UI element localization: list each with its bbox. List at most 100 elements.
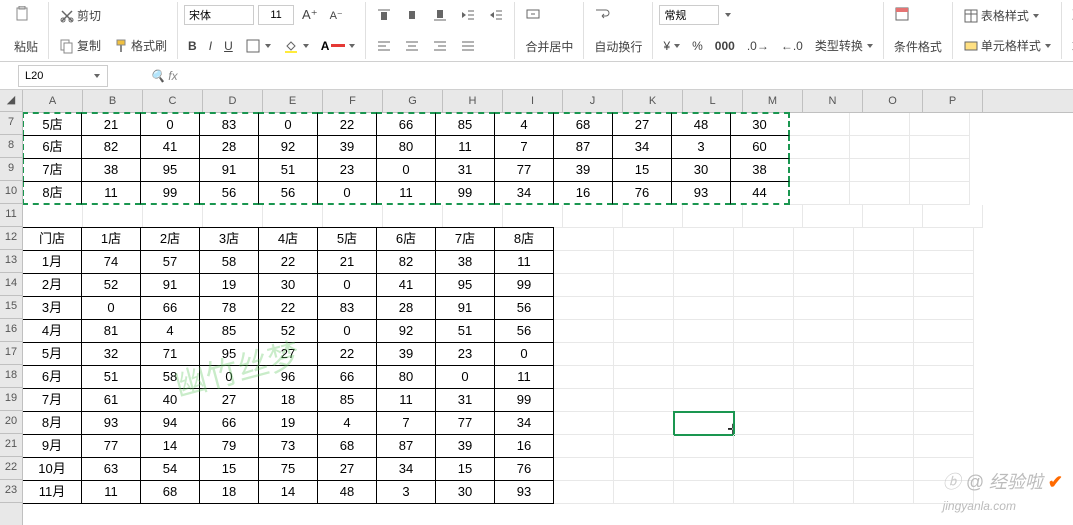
cell-M9[interactable]: 38 xyxy=(730,158,790,182)
namebox-dropdown[interactable] xyxy=(94,74,100,78)
cell-C20[interactable]: 94 xyxy=(140,411,200,435)
cell-P16[interactable] xyxy=(914,320,974,343)
cell-M20[interactable] xyxy=(734,412,794,435)
cell-A23[interactable]: 11月 xyxy=(23,480,82,504)
cell-F17[interactable]: 22 xyxy=(317,342,377,366)
cell-D21[interactable]: 79 xyxy=(199,434,259,458)
cell-M8[interactable]: 60 xyxy=(730,135,790,159)
col-header-M[interactable]: M xyxy=(743,90,803,112)
cell-F8[interactable]: 39 xyxy=(317,135,377,159)
cell-H17[interactable]: 23 xyxy=(435,342,495,366)
col-header-J[interactable]: J xyxy=(563,90,623,112)
cell-H14[interactable]: 95 xyxy=(435,273,495,297)
cell-N19[interactable] xyxy=(794,389,854,412)
col-header-C[interactable]: C xyxy=(143,90,203,112)
cell-I20[interactable]: 34 xyxy=(494,411,554,435)
cell-E8[interactable]: 92 xyxy=(258,135,318,159)
col-header-G[interactable]: G xyxy=(383,90,443,112)
cell-G20[interactable]: 7 xyxy=(376,411,436,435)
cell-L12[interactable] xyxy=(674,228,734,251)
cell-C11[interactable] xyxy=(143,205,203,228)
cell-J7[interactable]: 68 xyxy=(553,112,613,136)
cell-B19[interactable]: 61 xyxy=(81,388,141,412)
cell-K14[interactable] xyxy=(614,274,674,297)
cell-D23[interactable]: 18 xyxy=(199,480,259,504)
cell-D14[interactable]: 19 xyxy=(199,273,259,297)
cell-N13[interactable] xyxy=(794,251,854,274)
cell-C15[interactable]: 66 xyxy=(140,296,200,320)
cell-C10[interactable]: 99 xyxy=(140,181,200,205)
cell-H8[interactable]: 11 xyxy=(435,135,495,159)
cell-J8[interactable]: 87 xyxy=(553,135,613,159)
cell-A9[interactable]: 7店 xyxy=(23,158,82,182)
cell-K21[interactable] xyxy=(614,435,674,458)
cell-G19[interactable]: 11 xyxy=(376,388,436,412)
cell-J13[interactable] xyxy=(554,251,614,274)
cell-D13[interactable]: 58 xyxy=(199,250,259,274)
cell-O21[interactable] xyxy=(854,435,914,458)
cell-G7[interactable]: 66 xyxy=(376,112,436,136)
cell-P10[interactable] xyxy=(910,182,970,205)
wrap-text-label[interactable]: 自动换行 xyxy=(590,36,646,57)
cell-G21[interactable]: 87 xyxy=(376,434,436,458)
table-style-button[interactable]: 表格样式 xyxy=(959,5,1043,26)
cell-D22[interactable]: 15 xyxy=(199,457,259,481)
cell-M16[interactable] xyxy=(734,320,794,343)
cell-M15[interactable] xyxy=(734,297,794,320)
cell-B10[interactable]: 11 xyxy=(81,181,141,205)
cell-style-button[interactable]: 单元格样式 xyxy=(959,35,1055,56)
cell-J16[interactable] xyxy=(554,320,614,343)
cell-A16[interactable]: 4月 xyxy=(23,319,82,343)
cell-I21[interactable]: 16 xyxy=(494,434,554,458)
cell-F20[interactable]: 4 xyxy=(317,411,377,435)
cell-C12[interactable]: 2店 xyxy=(140,227,200,251)
cell-E11[interactable] xyxy=(263,205,323,228)
cell-K23[interactable] xyxy=(614,481,674,504)
cell-O16[interactable] xyxy=(854,320,914,343)
col-header-K[interactable]: K xyxy=(623,90,683,112)
cell-B20[interactable]: 93 xyxy=(81,411,141,435)
increase-font-button[interactable]: A⁺ xyxy=(298,5,322,25)
cell-J9[interactable]: 39 xyxy=(553,158,613,182)
cell-D12[interactable]: 3店 xyxy=(199,227,259,251)
cell-G22[interactable]: 34 xyxy=(376,457,436,481)
cell-G17[interactable]: 39 xyxy=(376,342,436,366)
cell-F14[interactable]: 0 xyxy=(317,273,377,297)
cell-H18[interactable]: 0 xyxy=(435,365,495,389)
cell-O19[interactable] xyxy=(854,389,914,412)
cell-O11[interactable] xyxy=(863,205,923,228)
cell-B21[interactable]: 77 xyxy=(81,434,141,458)
cell-I11[interactable] xyxy=(503,205,563,228)
cell-P17[interactable] xyxy=(914,343,974,366)
font-name-select[interactable] xyxy=(184,5,254,25)
cell-M12[interactable] xyxy=(734,228,794,251)
merge-center-label[interactable]: 合并居中 xyxy=(521,36,577,57)
cell-D9[interactable]: 91 xyxy=(199,158,259,182)
cell-B8[interactable]: 82 xyxy=(81,135,141,159)
cell-A7[interactable]: 5店 xyxy=(23,112,82,136)
cell-H7[interactable]: 85 xyxy=(435,112,495,136)
copy-button[interactable]: 复制 xyxy=(55,35,105,56)
cell-A15[interactable]: 3月 xyxy=(23,296,82,320)
cell-L9[interactable]: 30 xyxy=(671,158,731,182)
cell-E18[interactable]: 96 xyxy=(258,365,318,389)
col-header-H[interactable]: H xyxy=(443,90,503,112)
fx-icon[interactable]: 🔍 fx xyxy=(150,69,178,83)
cell-E23[interactable]: 14 xyxy=(258,480,318,504)
cell-I7[interactable]: 4 xyxy=(494,112,554,136)
cell-I16[interactable]: 56 xyxy=(494,319,554,343)
cell-K11[interactable] xyxy=(623,205,683,228)
merge-center-button[interactable] xyxy=(521,4,577,24)
row-header-8[interactable]: 8 xyxy=(0,135,22,158)
cell-N8[interactable] xyxy=(790,136,850,159)
italic-button[interactable]: I xyxy=(205,37,216,55)
row-header-15[interactable]: 15 xyxy=(0,296,22,319)
cell-A19[interactable]: 7月 xyxy=(23,388,82,412)
conditional-format-button[interactable] xyxy=(890,4,946,24)
format-painter-button[interactable]: 格式刷 xyxy=(109,35,171,56)
cell-D16[interactable]: 85 xyxy=(199,319,259,343)
cell-I15[interactable]: 56 xyxy=(494,296,554,320)
decrease-font-button[interactable]: A⁻ xyxy=(326,7,347,24)
cell-J22[interactable] xyxy=(554,458,614,481)
cell-I19[interactable]: 99 xyxy=(494,388,554,412)
